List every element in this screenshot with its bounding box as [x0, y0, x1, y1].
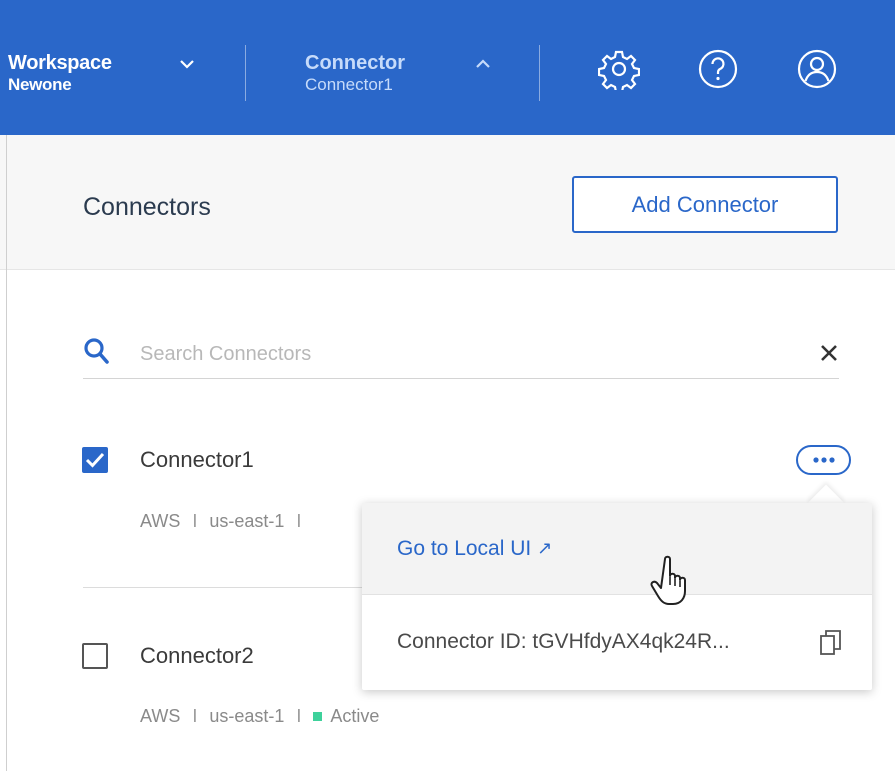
menu-item-go-to-local-ui[interactable]: Go to Local UI ↗	[362, 503, 872, 595]
add-connector-button[interactable]: Add Connector	[572, 176, 838, 233]
panel-border	[6, 135, 7, 771]
connector-provider: AWS	[140, 706, 181, 726]
connector-label: Connector	[305, 52, 405, 74]
connector-checkbox[interactable]	[82, 447, 108, 473]
actions-menu: Go to Local UI ↗ Connector ID: tGVHfdyAX…	[362, 503, 872, 690]
connector-id-text: Connector ID: tGVHfdyAX4qk24R...	[397, 630, 730, 653]
menu-item-label: Go to Local UI	[397, 536, 532, 560]
checkbox-checked-icon	[82, 447, 108, 473]
chevron-up-icon[interactable]	[475, 59, 491, 69]
search-underline	[83, 378, 839, 379]
workspace-selector[interactable]: Workspace Newone	[8, 51, 112, 95]
connector-meta: AWS I us-east-1 I	[140, 511, 313, 532]
meta-separator: I	[296, 511, 302, 531]
settings-icon[interactable]	[598, 48, 640, 90]
workspace-label: Workspace	[8, 52, 112, 74]
connector-name[interactable]: Connector1	[140, 447, 254, 473]
connector-checkbox[interactable]	[82, 643, 108, 669]
connector-provider: AWS	[140, 511, 181, 531]
divider	[539, 45, 540, 101]
external-link-icon: ↗	[537, 538, 553, 558]
search-input[interactable]	[140, 337, 780, 371]
top-bar: Workspace Newone Connector Connector1	[0, 0, 895, 135]
meta-separator: I	[192, 706, 198, 726]
meta-separator: I	[296, 706, 302, 726]
connector-meta: AWS I us-east-1 I Active	[140, 706, 379, 727]
connector-region: us-east-1	[209, 706, 285, 726]
hand-cursor-icon	[650, 555, 686, 605]
user-icon[interactable]	[796, 48, 838, 90]
checkbox-empty-icon	[82, 643, 108, 669]
more-actions-button[interactable]	[796, 445, 851, 475]
panel-title: Connectors	[83, 193, 211, 221]
chevron-down-icon[interactable]	[179, 59, 195, 69]
close-icon[interactable]	[818, 342, 840, 364]
connector-name[interactable]: Connector2	[140, 643, 254, 669]
divider	[245, 45, 246, 101]
connector-region: us-east-1	[209, 511, 285, 531]
ellipsis-icon	[812, 457, 835, 463]
workspace-value: Newone	[8, 75, 72, 94]
meta-separator: I	[192, 511, 198, 531]
status-badge: Active	[330, 706, 380, 726]
connector-value: Connector1	[305, 75, 393, 94]
copy-icon[interactable]	[820, 630, 842, 656]
help-icon[interactable]	[697, 48, 739, 90]
connector-selector[interactable]: Connector Connector1	[305, 51, 405, 95]
status-dot-icon	[313, 712, 323, 721]
search-icon	[84, 338, 109, 364]
